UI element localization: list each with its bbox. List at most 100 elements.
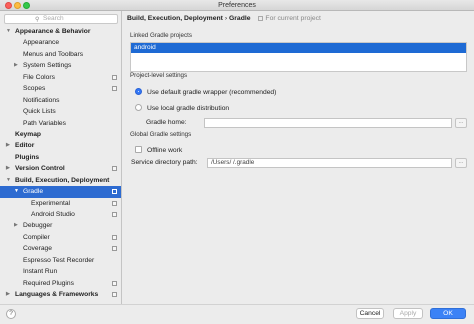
sidebar-item-label: Appearance & Behavior bbox=[15, 28, 91, 35]
linked-projects-list[interactable]: android bbox=[130, 42, 467, 72]
chevron-right-icon[interactable]: ▶ bbox=[14, 220, 18, 231]
wrapper-radio[interactable] bbox=[135, 88, 142, 95]
apply-button[interactable]: Apply bbox=[393, 308, 423, 319]
sidebar-item-label: Compiler bbox=[23, 233, 50, 241]
use-local-gradle-option[interactable]: Use local gradle distribution bbox=[135, 104, 229, 112]
global-settings-title: Global Gradle settings bbox=[130, 131, 192, 138]
sidebar-item-path-variables[interactable]: Path Variables bbox=[0, 118, 121, 129]
search-placeholder: Search bbox=[43, 15, 64, 22]
sidebar-item-debugger[interactable]: ▶ Debugger bbox=[0, 220, 121, 231]
breadcrumb-parent: Build, Execution, Deployment bbox=[127, 15, 223, 22]
gradle-home-browse-button[interactable]: ... bbox=[455, 118, 467, 128]
sidebar-item-instant-run[interactable]: Instant Run bbox=[0, 266, 121, 277]
service-directory-field[interactable]: /Users/ /.gradle bbox=[207, 158, 452, 168]
sidebar-item-build-execution-deployment[interactable]: ▼ Build, Execution, Deployment bbox=[0, 175, 121, 186]
sidebar-item-label: Debugger bbox=[23, 222, 53, 230]
chevron-down-icon[interactable]: ▼ bbox=[14, 186, 19, 197]
sidebar-item-quick-lists[interactable]: Quick Lists bbox=[0, 106, 121, 117]
gradle-home-label: Gradle home: bbox=[146, 119, 187, 126]
project-scope-icon bbox=[112, 200, 117, 206]
window-titlebar: Preferences bbox=[0, 0, 474, 11]
sidebar-item-label: Experimental bbox=[31, 199, 71, 207]
service-directory-browse-button[interactable]: ... bbox=[455, 158, 467, 168]
project-scope-icon bbox=[112, 234, 117, 240]
sidebar-item-label: Menus and Toolbars bbox=[23, 50, 84, 58]
sidebar-item-file-colors[interactable]: File Colors bbox=[0, 72, 121, 83]
project-scope-icon bbox=[112, 74, 117, 80]
help-button[interactable]: ? bbox=[6, 309, 16, 319]
chevron-down-icon[interactable]: ▼ bbox=[6, 175, 11, 186]
sidebar-item-scopes[interactable]: Scopes bbox=[0, 83, 121, 94]
sidebar-item-label: Coverage bbox=[23, 245, 52, 253]
ok-button[interactable]: OK bbox=[430, 308, 466, 319]
local-radio-label: Use local gradle distribution bbox=[147, 105, 230, 112]
search-icon: ⚲ bbox=[35, 17, 40, 23]
sidebar-item-editor[interactable]: ▶ Editor bbox=[0, 140, 121, 151]
sidebar-item-label: Editor bbox=[15, 142, 35, 150]
chevron-down-icon[interactable]: ▼ bbox=[6, 26, 11, 37]
settings-tree: ▼ Appearance & Behavior Appearance Menus an… bbox=[0, 26, 121, 301]
chevron-right-icon[interactable]: ▶ bbox=[6, 289, 10, 300]
chevron-right-icon[interactable]: ▶ bbox=[6, 140, 10, 151]
sidebar-item-gradle[interactable]: ▼ Gradle bbox=[0, 186, 121, 198]
sidebar-item-version-control[interactable]: ▶ Version Control bbox=[0, 163, 121, 174]
sidebar-item-label: Espresso Test Recorder bbox=[23, 256, 95, 264]
sidebar-item-label: Notifications bbox=[23, 96, 60, 104]
sidebar-item-system-settings[interactable]: ▶ System Settings bbox=[0, 60, 121, 71]
project-scope-icon bbox=[112, 86, 117, 92]
project-scope-icon bbox=[112, 246, 117, 252]
search-input[interactable]: ⚲ Search bbox=[4, 14, 118, 24]
project-level-title: Project-level settings bbox=[130, 72, 188, 79]
sidebar-item-menus-and-toolbars[interactable]: Menus and Toolbars bbox=[0, 49, 121, 60]
sidebar-item-label: Gradle bbox=[23, 188, 44, 196]
sidebar-item-appearance-behavior[interactable]: ▼ Appearance & Behavior bbox=[0, 26, 121, 37]
offline-work-label: Offline work bbox=[147, 147, 183, 154]
project-scope-icon bbox=[112, 212, 117, 217]
sidebar-item-label: Quick Lists bbox=[23, 108, 56, 116]
sidebar-item-languages-frameworks[interactable]: ▶ Languages & Frameworks bbox=[0, 289, 121, 300]
close-window-button[interactable] bbox=[5, 2, 12, 9]
project-scope-icon bbox=[258, 16, 264, 21]
chevron-right-icon[interactable]: ▶ bbox=[6, 163, 10, 174]
offline-work-option[interactable]: Offline work bbox=[135, 146, 182, 154]
sidebar-item-keymap[interactable]: Keymap bbox=[0, 129, 121, 140]
maximize-window-button[interactable] bbox=[23, 2, 30, 9]
cancel-button[interactable]: Cancel bbox=[356, 308, 384, 319]
project-scope-icon bbox=[112, 166, 117, 172]
breadcrumb-separator: › bbox=[224, 15, 228, 22]
sidebar-item-appearance[interactable]: Appearance bbox=[0, 37, 121, 48]
sidebar-item-label: Required Plugins bbox=[23, 279, 74, 287]
local-radio[interactable] bbox=[135, 104, 142, 111]
sidebar-item-label: Plugins bbox=[15, 153, 40, 161]
sidebar-item-notifications[interactable]: Notifications bbox=[0, 95, 121, 106]
sidebar-item-label: Languages & Frameworks bbox=[15, 291, 99, 299]
sidebar-item-label: File Colors bbox=[23, 73, 55, 81]
gradle-settings-panel: Build, Execution, Deployment › Gradle Fo… bbox=[123, 11, 474, 304]
sidebar-item-espresso-test-recorder[interactable]: Espresso Test Recorder bbox=[0, 255, 121, 266]
project-scope-text: For current project bbox=[265, 15, 321, 22]
dialog-footer: ? Cancel Apply OK bbox=[0, 304, 474, 324]
sidebar-item-android-studio[interactable]: Android Studio bbox=[0, 209, 121, 220]
chevron-right-icon[interactable]: ▶ bbox=[14, 60, 18, 71]
wrapper-radio-label: Use default gradle wrapper (recommended) bbox=[147, 89, 277, 96]
settings-sidebar: ⚲ Search ▼ Appearance & Behavior Appearanc… bbox=[0, 11, 122, 304]
breadcrumb: Build, Execution, Deployment › Gradle Fo… bbox=[127, 15, 321, 22]
breadcrumb-current: Gradle bbox=[228, 15, 251, 22]
sidebar-item-label: Instant Run bbox=[23, 268, 58, 276]
linked-project-row[interactable]: android bbox=[131, 43, 466, 53]
service-directory-label: Service directory path: bbox=[131, 159, 198, 166]
sidebar-item-label: Appearance bbox=[23, 39, 60, 47]
sidebar-item-compiler[interactable]: Compiler bbox=[0, 232, 121, 243]
project-scope-label: For current project bbox=[258, 15, 321, 22]
minimize-window-button[interactable] bbox=[14, 2, 21, 9]
offline-work-checkbox[interactable] bbox=[135, 146, 142, 153]
sidebar-item-label: Scopes bbox=[23, 85, 46, 93]
sidebar-item-coverage[interactable]: Coverage bbox=[0, 243, 121, 254]
use-gradle-wrapper-option[interactable]: Use default gradle wrapper (recommended) bbox=[135, 88, 276, 96]
sidebar-item-label: Path Variables bbox=[23, 119, 66, 127]
sidebar-item-label: Android Studio bbox=[31, 211, 75, 218]
gradle-home-field[interactable] bbox=[204, 118, 452, 128]
sidebar-item-plugins[interactable]: Plugins bbox=[0, 152, 121, 163]
sidebar-item-required-plugins[interactable]: Required Plugins bbox=[0, 278, 121, 289]
sidebar-item-experimental[interactable]: Experimental bbox=[0, 198, 121, 209]
